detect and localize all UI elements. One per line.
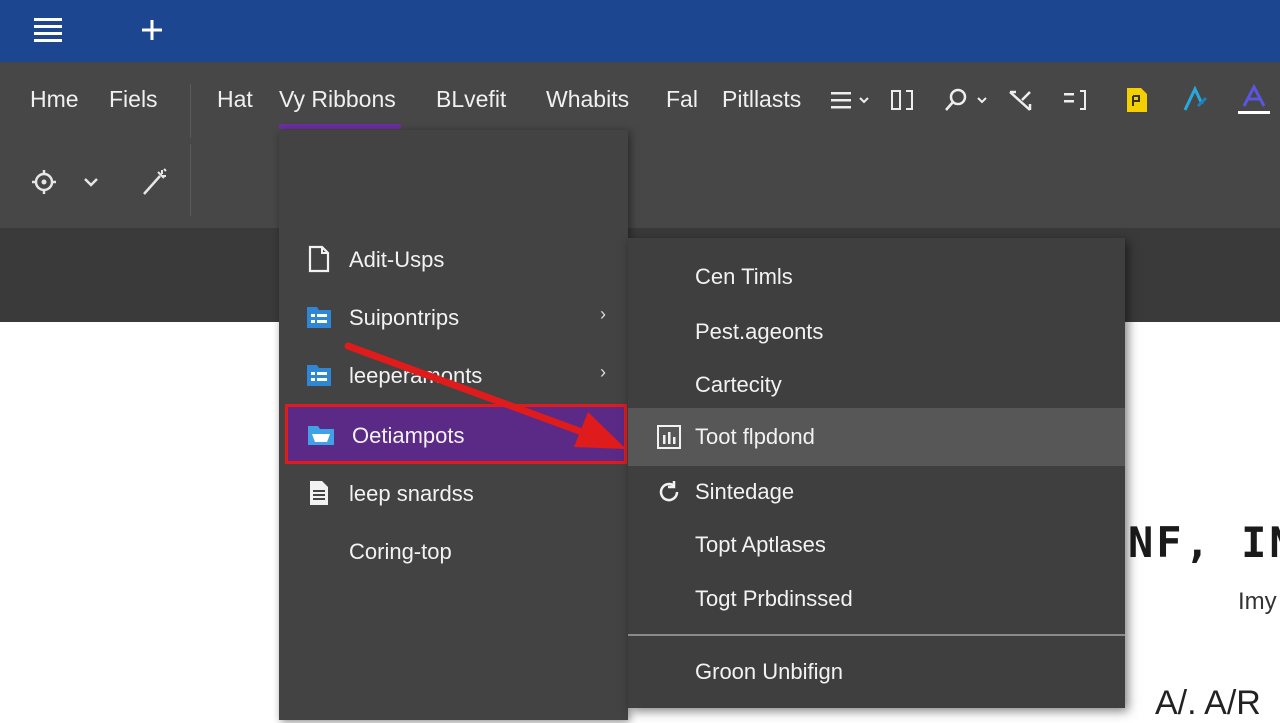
document-heading: NF, IN bbox=[1128, 518, 1280, 567]
columns-icon[interactable] bbox=[889, 84, 917, 116]
submenu-item-cartecity[interactable]: Cartecity bbox=[628, 358, 1125, 412]
submenu-item-groon-unbifign[interactable]: Groon Unbifign bbox=[628, 645, 1125, 699]
document-icon bbox=[310, 481, 328, 505]
dropdown-menu: Adit-Usps Suipontrips › leeperamonts › O… bbox=[279, 130, 628, 720]
blue-list-icon bbox=[307, 307, 331, 328]
draw-line-icon[interactable] bbox=[1006, 84, 1036, 116]
submenu-item-topt-aptlases[interactable]: Topt Aptlases bbox=[628, 518, 1125, 572]
submenu-arrow-icon: › bbox=[604, 423, 610, 443]
tab-whabits[interactable]: Whabits bbox=[546, 86, 629, 113]
folder-icon bbox=[308, 426, 334, 445]
menu-item-oetiampots[interactable]: Oetiampots › bbox=[285, 404, 627, 464]
submenu-arrow-icon: › bbox=[600, 304, 606, 324]
menu-item-label: Adit-Usps bbox=[349, 247, 445, 272]
search-dropdown-icon[interactable] bbox=[942, 84, 992, 116]
tab-ribbons[interactable]: Vy Ribbons bbox=[279, 86, 396, 113]
submenu-item-toot-flpdond[interactable]: Toot flpdond bbox=[628, 408, 1125, 466]
tab-fal[interactable]: Fal bbox=[666, 86, 698, 113]
hamburger-menu-icon[interactable] bbox=[32, 14, 64, 46]
tab-home[interactable]: Hme bbox=[30, 86, 79, 113]
magic-wand-icon[interactable] bbox=[140, 166, 170, 198]
refresh-icon bbox=[659, 481, 679, 502]
submenu-item-label: Pest.ageonts bbox=[695, 319, 824, 344]
submenu-arrow-icon: › bbox=[600, 362, 606, 382]
submenu-item-label: Cen Timls bbox=[695, 264, 793, 289]
menu-item-label: leeperamonts bbox=[349, 363, 483, 388]
submenu-item-label: Cartecity bbox=[695, 372, 782, 397]
highlight-document-icon[interactable] bbox=[1122, 84, 1152, 116]
chevron-down-icon[interactable] bbox=[82, 174, 100, 190]
submenu-divider bbox=[628, 634, 1125, 636]
menu-item-suipontrips[interactable]: Suipontrips › bbox=[279, 290, 628, 346]
ribbon: Hme Fiels Hat Vy Ribbons BLvefit Whabits… bbox=[0, 62, 1280, 259]
blue-list-icon bbox=[307, 365, 331, 386]
menu-item-leeperamonts[interactable]: leeperamonts › bbox=[279, 348, 628, 404]
tab-blvefit[interactable]: BLvefit bbox=[436, 86, 506, 113]
active-tab-indicator bbox=[279, 124, 401, 129]
tab-divider bbox=[190, 84, 191, 138]
font-color-icon[interactable] bbox=[1236, 84, 1272, 116]
plus-icon[interactable] bbox=[136, 14, 168, 46]
menu-item-coring-top[interactable]: Coring-top bbox=[279, 524, 628, 580]
submenu-item-pest-ageonts[interactable]: Pest.ageonts bbox=[628, 305, 1125, 359]
submenu-item-label: Topt Aptlases bbox=[695, 532, 826, 557]
submenu-item-label: Sintedage bbox=[695, 479, 795, 504]
title-bar bbox=[0, 0, 1280, 62]
align-icon[interactable] bbox=[1060, 84, 1090, 116]
submenu-item-sintedage[interactable]: Sintedage bbox=[628, 465, 1125, 519]
tab-pitllasts[interactable]: Pitllasts bbox=[722, 86, 801, 113]
menu-item-label: Coring-top bbox=[349, 539, 452, 564]
document-subtext: Imy bbox=[1238, 588, 1277, 615]
blank-page-icon bbox=[308, 245, 330, 273]
list-dropdown-icon[interactable] bbox=[829, 84, 873, 116]
chart-icon bbox=[657, 425, 681, 449]
submenu: Cen Timls Pest.ageonts Cartecity Toot fl… bbox=[628, 238, 1125, 708]
submenu-item-label: Togt Prbdinssed bbox=[695, 586, 853, 611]
menu-item-label: Oetiampots bbox=[352, 423, 465, 448]
target-icon[interactable] bbox=[30, 168, 58, 196]
document-bottom-text: A/. A/R bbox=[1155, 684, 1261, 722]
text-effects-icon[interactable] bbox=[1180, 84, 1210, 116]
submenu-item-label: Toot flpdond bbox=[695, 424, 815, 449]
ribbon-tabs: Hme Fiels Hat Vy Ribbons BLvefit Whabits… bbox=[0, 62, 1280, 138]
tab-hat[interactable]: Hat bbox=[217, 86, 253, 113]
submenu-item-cen-timls[interactable]: Cen Timls bbox=[628, 250, 1125, 304]
menu-item-label: Suipontrips bbox=[349, 305, 460, 330]
menu-item-label: leep snardss bbox=[349, 481, 474, 506]
tab-files[interactable]: Fiels bbox=[109, 86, 158, 113]
submenu-item-togt-prbdinssed[interactable]: Togt Prbdinssed bbox=[628, 572, 1125, 626]
menu-item-adit-usps[interactable]: Adit-Usps bbox=[279, 232, 628, 288]
tool-divider bbox=[190, 144, 191, 216]
menu-item-leep-snardss[interactable]: leep snardss bbox=[279, 466, 628, 522]
submenu-item-label: Groon Unbifign bbox=[695, 659, 843, 684]
